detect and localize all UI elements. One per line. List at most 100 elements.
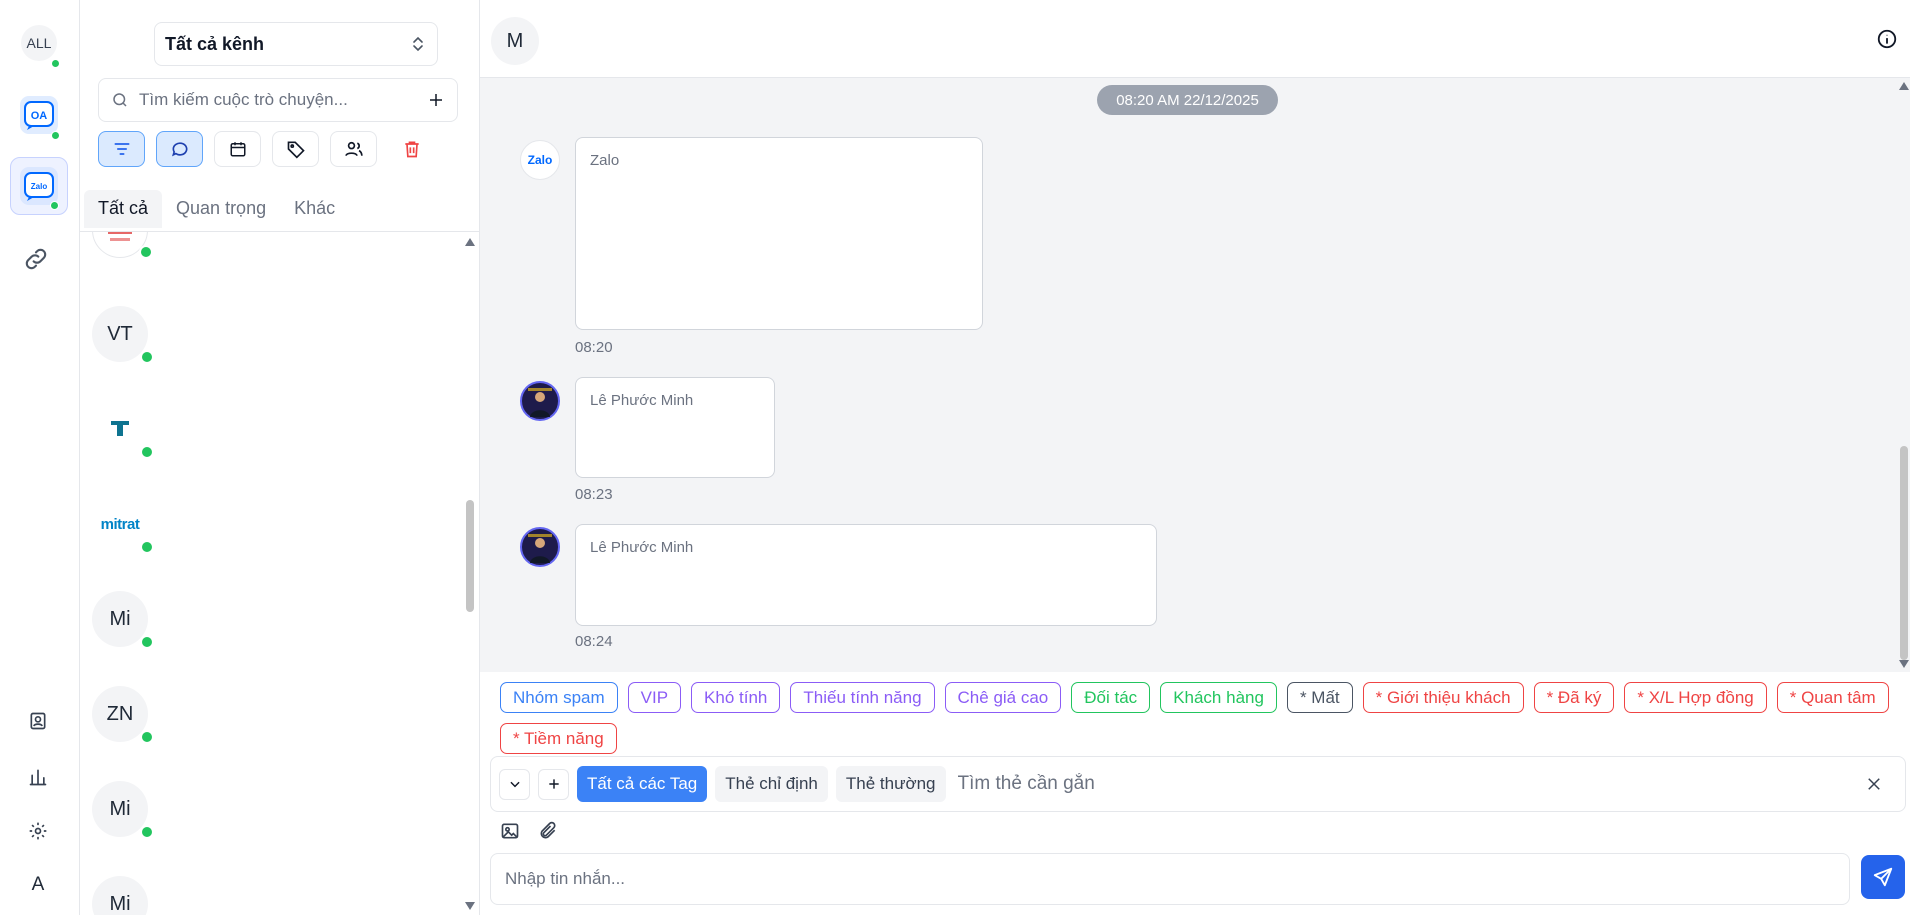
users-filter-button[interactable] [330, 131, 377, 167]
conversation-item[interactable]: VT [92, 306, 154, 364]
tag-chip[interactable]: * Mất [1286, 682, 1353, 713]
date-separator: 08:20 AM 22/12/2025 [1097, 85, 1278, 115]
conversation-item[interactable]: ZN [92, 686, 154, 744]
filter-button[interactable] [98, 131, 145, 167]
settings-icon[interactable] [22, 815, 54, 847]
conversation-initials: Mi [109, 892, 131, 915]
user-avatar[interactable]: A [22, 869, 54, 901]
message-sender: Zalo [590, 152, 620, 169]
message-bubble[interactable]: Lê Phước Minh [575, 524, 1157, 626]
chat-area: M 08:20 AM 22/12/2025 Zalo Zalo 08:20 Lê… [480, 0, 1910, 915]
left-rail: ALL OA Zalo A [0, 0, 80, 915]
online-dot [140, 825, 154, 839]
message-bubble[interactable]: Lê Phước Minh [575, 377, 775, 478]
collapse-tags-button[interactable] [499, 768, 530, 800]
add-tag-button[interactable] [538, 768, 569, 800]
paperclip-icon[interactable] [538, 821, 558, 841]
tab-all[interactable]: Tất cả [84, 190, 163, 228]
tag-chip[interactable]: Khó tính [691, 682, 781, 713]
scrollbar-thumb[interactable] [1900, 446, 1908, 660]
tag-chip[interactable]: Thiếu tính năng [790, 682, 935, 713]
conversation-item[interactable] [92, 232, 153, 259]
rail-all-channels[interactable]: ALL [10, 14, 68, 72]
tag-toolbar: Tất cả các Tag Thẻ chỉ định Thẻ thường [490, 756, 1906, 812]
stats-icon[interactable] [22, 761, 54, 793]
tag-chip[interactable]: VIP [627, 682, 682, 713]
plus-icon [548, 779, 559, 789]
conversation-item[interactable]: Mi [92, 876, 148, 915]
scroll-up-icon[interactable] [1899, 82, 1909, 90]
users-icon [344, 141, 363, 157]
conversation-search[interactable] [98, 78, 458, 122]
tag-chip[interactable]: Khách hàng [1160, 682, 1277, 713]
conversation-initials: ZN [106, 702, 134, 725]
message-scrollbar[interactable] [1898, 78, 1910, 672]
image-icon[interactable] [500, 821, 520, 841]
chat-contact-avatar[interactable]: M [491, 17, 539, 65]
online-dot [51, 59, 60, 68]
online-dot [140, 635, 154, 649]
filter-icon [114, 143, 129, 155]
scroll-up-icon[interactable] [465, 238, 475, 246]
chat-contact-initial: M [506, 29, 524, 52]
conversation-tabs: Tất cả Quan trọng Khác [80, 190, 480, 232]
conversation-initials: VT [107, 322, 133, 345]
message-input[interactable] [505, 869, 1835, 889]
sender-avatar [520, 527, 560, 567]
rail-zalo[interactable]: Zalo [10, 157, 68, 215]
tag-icon [287, 141, 305, 159]
conversation-scrollbar[interactable] [465, 238, 475, 910]
tag-chip[interactable]: Đối tác [1071, 682, 1151, 713]
zalo-avatar: Zalo [520, 140, 560, 180]
all-label: ALL [21, 25, 57, 61]
conversation-panel: Tất cả kênh Tìm kiếm cuộc trò chuyện... … [80, 0, 480, 915]
channel-select[interactable]: Tất cả kênh [154, 22, 438, 66]
online-dot [139, 245, 153, 259]
conversation-initials: Mi [109, 607, 131, 630]
delete-button[interactable] [388, 131, 435, 167]
tag-chip[interactable]: * X/L Hợp đồng [1624, 682, 1767, 713]
rail-zalo-oa[interactable]: OA [10, 86, 68, 144]
tab-important[interactable]: Quan trọng [162, 190, 280, 228]
tag-search-input[interactable] [957, 773, 1857, 795]
message-bubble[interactable]: Zalo [575, 137, 983, 330]
conversation-item[interactable] [92, 401, 154, 459]
message-time: 08:20 [575, 339, 613, 356]
scroll-down-icon[interactable] [465, 902, 475, 910]
zalo-icon: Zalo [20, 167, 58, 205]
tag-filter-assigned[interactable]: Thẻ chỉ định [715, 766, 828, 802]
link-icon[interactable] [20, 243, 52, 275]
filter-row [98, 131, 435, 167]
tag-chip[interactable]: * Giới thiệu khách [1362, 682, 1524, 713]
search-input[interactable] [139, 90, 427, 110]
conversation-item[interactable]: mitrat [92, 496, 154, 554]
message-time: 08:24 [575, 633, 613, 650]
tag-filter-regular[interactable]: Thẻ thường [835, 766, 946, 802]
tag-chip[interactable]: * Quan tâm [1776, 682, 1889, 713]
conversation-item[interactable]: Mi [92, 591, 154, 649]
send-button[interactable] [1861, 855, 1905, 899]
conversation-list: VT mitrat Mi ZN Mi Mi [80, 232, 470, 915]
plus-icon[interactable] [427, 91, 445, 109]
contact-logo-text: mitrat [100, 515, 140, 533]
close-icon[interactable] [1865, 775, 1883, 793]
tag-filter-button[interactable] [272, 131, 319, 167]
info-icon[interactable] [1876, 28, 1898, 50]
conversation-initials: Mi [109, 797, 131, 820]
tag-chip[interactable]: * Tiềm năng [500, 723, 617, 754]
tag-chip[interactable]: Chê giá cao [944, 682, 1062, 713]
scroll-down-icon[interactable] [1899, 660, 1909, 668]
scrollbar-thumb[interactable] [466, 500, 474, 612]
tag-chip[interactable]: Nhóm spam [500, 682, 618, 713]
sender-avatar [520, 381, 560, 421]
conversation-item[interactable]: Mi [92, 781, 154, 839]
tag-chip[interactable]: * Đã ký [1533, 682, 1615, 713]
messages-filter-button[interactable] [156, 131, 203, 167]
message-time: 08:23 [575, 486, 613, 503]
user-initial: A [31, 874, 45, 895]
tab-other[interactable]: Khác [280, 190, 349, 228]
contacts-icon[interactable] [22, 705, 54, 737]
channel-select-value: Tất cả kênh [165, 33, 265, 54]
tag-filter-all[interactable]: Tất cả các Tag [577, 766, 708, 802]
calendar-filter-button[interactable] [214, 131, 261, 167]
